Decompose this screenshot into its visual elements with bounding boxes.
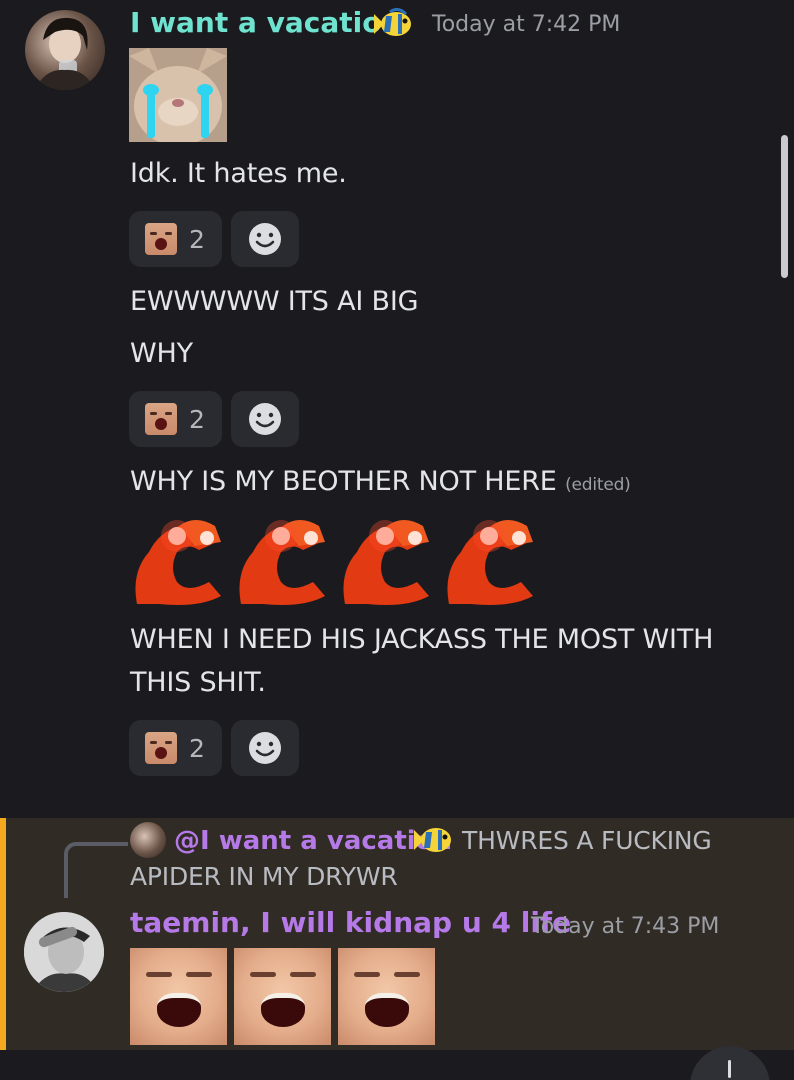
reaction-crying-face[interactable]: 2 [129, 720, 222, 776]
reaction-crying-face[interactable]: 2 [129, 211, 222, 267]
reply-quoted-text[interactable]: THWRES A FUCKING [462, 826, 712, 855]
fish-emoji-icon [412, 822, 456, 858]
add-reaction-smiley-icon [249, 223, 281, 255]
edited-label: (edited) [565, 475, 631, 495]
nazare-emoji-row [129, 512, 549, 610]
scroll-down-button[interactable] [690, 1046, 770, 1080]
reaction-crying-face[interactable]: 2 [129, 391, 222, 447]
avatar-portrait-icon [24, 912, 104, 992]
scrollbar-thumb[interactable] [781, 135, 788, 278]
add-reaction-button[interactable] [231, 720, 299, 776]
reaction-count: 2 [189, 733, 205, 763]
username-taemin[interactable]: taemin, I will kidnap u 4 life [130, 906, 571, 939]
message-text: EWWWWW ITS AI BIG [130, 286, 419, 317]
message-text: WHY IS MY BEOTHER NOT HERE (edited) [130, 466, 631, 497]
reply-avatar [130, 822, 166, 858]
reply-quoted-text[interactable]: APIDER IN MY DRYWR [130, 862, 398, 891]
mention-highlight: @I want a vacation THWRES A FUCKING APID… [0, 818, 794, 1050]
message-text: WHEN I NEED HIS JACKASS THE MOST WITH [130, 624, 714, 655]
message-text: Idk. It hates me. [130, 158, 347, 189]
reply-mention[interactable]: @I want a vacation [174, 826, 452, 856]
crying-face-reaction-icon [145, 223, 177, 255]
avatar-portrait-icon [35, 17, 95, 90]
crying-cat-sticker[interactable] [129, 48, 227, 142]
reaction-count: 2 [189, 224, 205, 254]
reply-connector [64, 842, 128, 898]
crying-face-reaction-icon [145, 732, 177, 764]
laughing-face-emoji[interactable] [338, 948, 435, 1045]
crying-face-reaction-icon [145, 403, 177, 435]
fish-emoji-icon [372, 6, 416, 42]
timestamp-2: Today at 7:43 PM [531, 914, 720, 939]
nazare-meme-emoji[interactable] [337, 512, 437, 606]
nazare-meme-emoji[interactable] [129, 512, 229, 606]
laughing-face-emoji[interactable] [130, 948, 227, 1045]
username-vacation[interactable]: I want a vacation [130, 6, 401, 39]
timestamp-1: Today at 7:42 PM [432, 12, 621, 37]
message-avatar-vacation[interactable] [25, 10, 105, 90]
add-reaction-button[interactable] [231, 391, 299, 447]
message-text: THIS SHIT. [130, 667, 266, 698]
message-avatar-taemin[interactable] [24, 912, 104, 992]
add-reaction-button[interactable] [231, 211, 299, 267]
add-reaction-smiley-icon [249, 403, 281, 435]
message-body: WHY IS MY BEOTHER NOT HERE [130, 466, 557, 497]
arrow-down-icon [728, 1060, 731, 1078]
nazare-meme-emoji[interactable] [441, 512, 541, 606]
reaction-count: 2 [189, 404, 205, 434]
laughing-face-emoji[interactable] [234, 948, 331, 1045]
message-text: WHY [130, 338, 193, 369]
add-reaction-smiley-icon [249, 732, 281, 764]
nazare-meme-emoji[interactable] [233, 512, 333, 606]
